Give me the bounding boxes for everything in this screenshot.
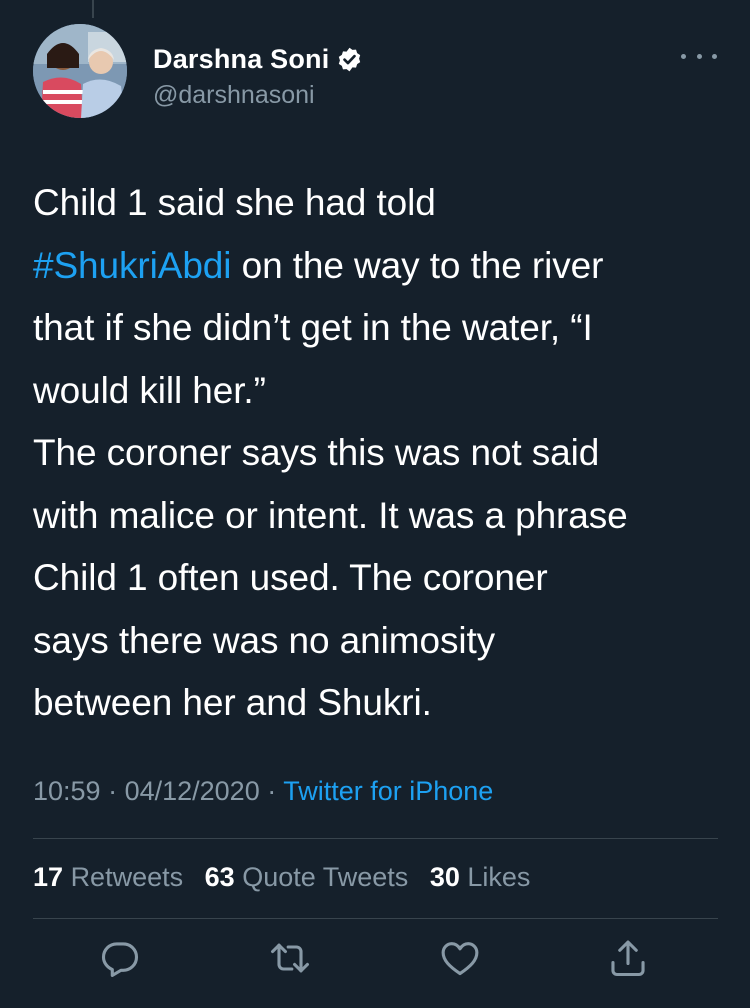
retweets-stat[interactable]: 17 Retweets: [33, 862, 183, 892]
more-icon[interactable]: [681, 46, 717, 66]
tweet-text: Child 1 said she had told #ShukriAbdi on…: [33, 172, 723, 735]
tweet-header: Darshna Soni @darshnasoni: [33, 24, 723, 134]
avatar[interactable]: [33, 24, 127, 118]
author-handle[interactable]: @darshnasoni: [153, 81, 315, 110]
hashtag-link[interactable]: #ShukriAbdi: [33, 245, 232, 286]
thread-connector-line: [92, 0, 94, 18]
likes-count: 30: [429, 862, 460, 892]
author-name-row[interactable]: Darshna Soni: [153, 44, 363, 75]
tweet-time: 10:59: [33, 776, 101, 806]
quote-tweets-stat[interactable]: 63 Quote Tweets: [205, 862, 409, 892]
tweet-actions-bar: [0, 936, 750, 990]
bottom-spacer: [0, 1002, 750, 1008]
tweet-text-line: Child 1 often used. The coroner: [33, 557, 548, 598]
retweet-icon: [271, 943, 309, 973]
quote-tweets-count: 63: [204, 862, 235, 892]
tweet-text-line: says there was no animosity: [33, 619, 496, 661]
tweet-text-line: with malice or intent. It was a phrase: [33, 494, 628, 536]
tweet-text-line: #ShukriAbdi on the way to the river: [33, 235, 723, 298]
tweet-text-line: The coroner says this was not said: [33, 432, 600, 473]
tweet-metadata: 10:59 · 04/12/2020 · Twitter for iPhone: [33, 776, 493, 807]
share-icon: [611, 940, 645, 977]
tweet-text-line: that if she didn’t get in the water, “I: [33, 307, 593, 348]
likes-label: Likes: [467, 862, 531, 892]
meta-separator: ·: [100, 776, 125, 806]
tweet-text-line: would kill her.”: [33, 369, 266, 411]
retweet-button[interactable]: [268, 936, 312, 980]
tweet-text-fragment: on the way to the river: [231, 244, 604, 286]
retweets-count: 17: [33, 862, 64, 892]
likes-stat[interactable]: 30 Likes: [430, 862, 531, 892]
reply-icon: [101, 942, 139, 977]
divider: [33, 838, 718, 839]
verified-icon: [339, 47, 361, 72]
author-display-name[interactable]: Darshna Soni: [153, 44, 329, 75]
tweet-source-link[interactable]: Twitter for iPhone: [283, 776, 493, 806]
reply-button[interactable]: [98, 936, 142, 980]
share-button[interactable]: [606, 936, 650, 980]
tweet-text-line: Child 1 said she had told: [33, 182, 436, 223]
like-button[interactable]: [438, 936, 482, 980]
like-icon: [441, 942, 479, 976]
meta-separator: ·: [259, 776, 284, 806]
tweet-date: 04/12/2020: [124, 776, 260, 806]
retweets-label: Retweets: [70, 862, 184, 892]
quote-tweets-label: Quote Tweets: [242, 862, 409, 892]
divider: [33, 918, 718, 919]
tweet-text-line: between her and Shukri.: [33, 682, 432, 723]
tweet-stats: 17 Retweets 63 Quote Tweets 30 Likes: [33, 862, 544, 893]
